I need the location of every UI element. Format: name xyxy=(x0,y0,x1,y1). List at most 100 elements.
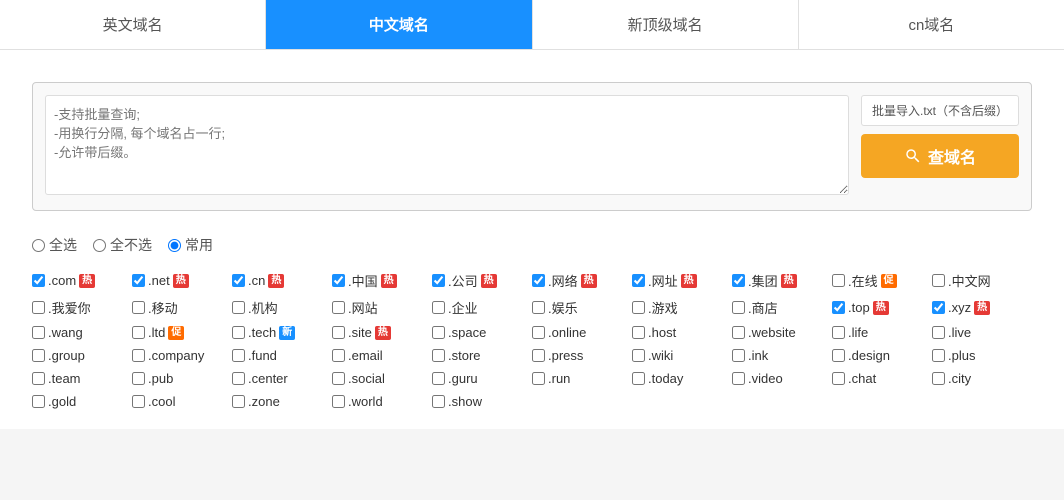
domain-checkbox[interactable] xyxy=(332,349,345,362)
domain-badge: 促 xyxy=(881,274,897,288)
domain-name: .live xyxy=(948,325,971,340)
domain-badge: 热 xyxy=(268,274,284,288)
domain-checkbox[interactable] xyxy=(732,326,745,339)
domain-checkbox[interactable] xyxy=(132,301,145,314)
domain-name: .cool xyxy=(148,394,175,409)
domain-checkbox[interactable] xyxy=(432,301,445,314)
textarea-wrapper xyxy=(45,95,849,198)
domain-badge: 热 xyxy=(681,274,697,288)
domain-item: .我爱你 xyxy=(32,298,132,317)
domain-name: .space xyxy=(448,325,486,340)
domain-item: .cool xyxy=(132,394,232,409)
domain-checkbox[interactable] xyxy=(332,274,345,287)
domain-checkbox[interactable] xyxy=(432,349,445,362)
domain-checkbox[interactable] xyxy=(732,301,745,314)
domain-item: .group xyxy=(32,348,132,363)
domain-badge: 热 xyxy=(375,326,391,340)
domain-item: .chat xyxy=(832,371,932,386)
domain-name: .游戏 xyxy=(648,298,678,317)
domain-checkbox[interactable] xyxy=(132,326,145,339)
domain-checkbox[interactable] xyxy=(832,326,845,339)
domain-checkbox[interactable] xyxy=(32,349,45,362)
domain-checkbox[interactable] xyxy=(932,301,945,314)
domain-item: .中文网 xyxy=(932,271,1032,290)
import-button[interactable]: 批量导入.txt（不含后缀） xyxy=(861,95,1019,126)
domain-checkbox[interactable] xyxy=(432,326,445,339)
domain-item: .top热 xyxy=(832,298,932,317)
domain-checkbox[interactable] xyxy=(332,395,345,408)
tab-new-tld[interactable]: 新顶级域名 xyxy=(533,0,799,49)
tab-chinese[interactable]: 中文域名 xyxy=(266,0,532,49)
domain-name: .chat xyxy=(848,371,876,386)
domain-checkbox[interactable] xyxy=(632,326,645,339)
domain-name: .online xyxy=(548,325,586,340)
domain-name: .net xyxy=(148,273,170,288)
radio-all[interactable]: 全选 xyxy=(32,235,77,255)
domain-checkbox[interactable] xyxy=(132,395,145,408)
domain-checkbox[interactable] xyxy=(532,301,545,314)
domain-checkbox[interactable] xyxy=(832,372,845,385)
domain-checkbox[interactable] xyxy=(32,395,45,408)
domain-checkbox[interactable] xyxy=(532,349,545,362)
domain-checkbox[interactable] xyxy=(32,274,45,287)
domain-name: .world xyxy=(348,394,383,409)
domain-checkbox[interactable] xyxy=(132,274,145,287)
domain-checkbox[interactable] xyxy=(432,395,445,408)
domain-checkbox[interactable] xyxy=(132,349,145,362)
tab-english[interactable]: 英文域名 xyxy=(0,0,266,49)
domain-name: .移动 xyxy=(148,298,178,317)
domain-item: .gold xyxy=(32,394,132,409)
domain-item: .social xyxy=(332,371,432,386)
domain-checkbox[interactable] xyxy=(832,274,845,287)
domain-checkbox[interactable] xyxy=(332,326,345,339)
domain-checkbox[interactable] xyxy=(732,349,745,362)
domain-checkbox[interactable] xyxy=(732,274,745,287)
domain-checkbox[interactable] xyxy=(32,372,45,385)
domain-checkbox[interactable] xyxy=(332,372,345,385)
domain-checkbox[interactable] xyxy=(432,274,445,287)
domain-checkbox[interactable] xyxy=(832,301,845,314)
domain-checkbox[interactable] xyxy=(232,395,245,408)
domain-name: .wang xyxy=(48,325,83,340)
domain-checkbox[interactable] xyxy=(632,372,645,385)
domain-checkbox[interactable] xyxy=(932,372,945,385)
domain-checkbox[interactable] xyxy=(632,349,645,362)
domain-item: .wang xyxy=(32,325,132,340)
domain-checkbox[interactable] xyxy=(932,349,945,362)
domain-badge: 热 xyxy=(781,274,797,288)
domain-checkbox[interactable] xyxy=(132,372,145,385)
domain-checkbox[interactable] xyxy=(532,274,545,287)
domain-checkbox[interactable] xyxy=(232,301,245,314)
domain-name: .中文网 xyxy=(948,271,991,290)
domain-item: .guru xyxy=(432,371,532,386)
domain-checkbox[interactable] xyxy=(232,349,245,362)
domain-name: .social xyxy=(348,371,385,386)
search-button[interactable]: 查域名 xyxy=(861,134,1019,178)
domain-checkbox[interactable] xyxy=(932,274,945,287)
domain-checkbox[interactable] xyxy=(32,326,45,339)
domain-item: .pub xyxy=(132,371,232,386)
domain-checkbox[interactable] xyxy=(232,372,245,385)
radio-none[interactable]: 全不选 xyxy=(93,235,152,255)
domain-checkbox[interactable] xyxy=(632,301,645,314)
domain-name: .xyz xyxy=(948,300,971,315)
domain-checkbox[interactable] xyxy=(732,372,745,385)
search-textarea[interactable] xyxy=(45,95,849,195)
domain-checkbox[interactable] xyxy=(532,372,545,385)
domain-checkbox[interactable] xyxy=(232,274,245,287)
search-btn-label: 查域名 xyxy=(928,144,976,168)
domain-checkbox[interactable] xyxy=(632,274,645,287)
domain-item: .team xyxy=(32,371,132,386)
domain-checkbox[interactable] xyxy=(532,326,545,339)
domain-item: .娱乐 xyxy=(532,298,632,317)
radio-common[interactable]: 常用 xyxy=(168,235,213,255)
domain-checkbox[interactable] xyxy=(932,326,945,339)
tab-cn[interactable]: cn域名 xyxy=(799,0,1064,49)
domain-checkbox[interactable] xyxy=(232,326,245,339)
domain-checkbox[interactable] xyxy=(32,301,45,314)
domain-checkbox[interactable] xyxy=(832,349,845,362)
domain-checkbox[interactable] xyxy=(432,372,445,385)
domain-name: .cn xyxy=(248,273,265,288)
domain-name: .ink xyxy=(748,348,768,363)
domain-checkbox[interactable] xyxy=(332,301,345,314)
